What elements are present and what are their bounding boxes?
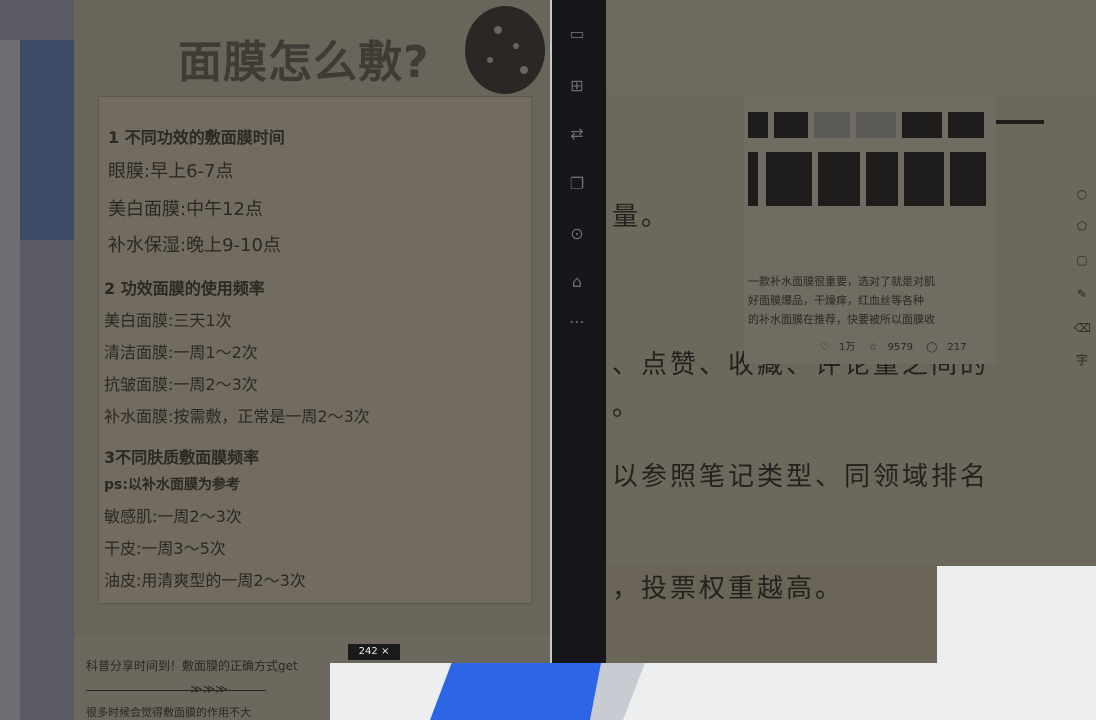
hydrating-mask-time: 补水保湿:晚上9-10点	[108, 235, 281, 256]
document-page-header	[606, 0, 1096, 90]
pen-tool-icon[interactable]: ✎	[1074, 286, 1090, 302]
translate-icon[interactable]: ⇄	[565, 122, 589, 146]
post-text-line: 好面膜爆品，干燥痒，红血丝等各种	[748, 294, 924, 307]
comment-icon[interactable]: ◯	[926, 342, 937, 353]
post-thumbnail	[866, 152, 898, 206]
caption-line-1: 科普分享时间到！敷面膜的正确方式get	[86, 659, 298, 673]
post-thumbnail	[856, 112, 896, 138]
post-stats: ♡ 1万 ☆ 9579 ◯ 217	[820, 338, 1000, 353]
blue-graphic	[430, 663, 610, 720]
post-thumbnail	[748, 112, 768, 138]
caption-decoration: ≫≫≫	[190, 682, 228, 696]
post-thumbnail	[904, 152, 944, 206]
post-thumbnail	[818, 152, 860, 206]
section2-heading: 2 功效面膜的使用频率	[104, 279, 265, 298]
post-thumbnail	[766, 152, 812, 206]
background-left-edge	[0, 40, 20, 720]
whitening-mask-time: 美白面膜:中午12点	[108, 199, 263, 220]
freq-hydrating: 补水面膜:按需敷，正常是一周2～3次	[104, 407, 370, 426]
window-icon[interactable]: ▭	[565, 22, 589, 46]
pin-icon[interactable]: ⊙	[565, 222, 589, 246]
selection-dimension-badge: 242 × 131	[348, 644, 400, 673]
star-icon[interactable]: ☆	[869, 342, 878, 353]
shape-tool-icon[interactable]: ⬠	[1074, 218, 1090, 234]
circle-tool-icon[interactable]: ○	[1074, 186, 1090, 202]
poster-title: 面膜怎么敷?	[178, 37, 430, 88]
caption-divider	[86, 690, 266, 691]
like-count: 1万	[838, 342, 856, 353]
post-text-line: 一款补水面膜很重要，选对了就是对肌	[748, 275, 935, 288]
star-count: 9579	[887, 342, 913, 353]
doc-line-3: 。	[612, 392, 642, 422]
freq-whitening: 美白面膜:三天1次	[104, 311, 232, 330]
ocr-icon[interactable]: ⊞	[565, 74, 589, 98]
section1-heading: 1 不同功效的敷面膜时间	[108, 128, 285, 147]
post-thumbnail	[950, 152, 986, 206]
sensitive-skin-freq: 敏感肌:一周2～3次	[104, 507, 242, 526]
text-tool-icon[interactable]: 字	[1074, 352, 1090, 368]
ps-note: ps:以补水面膜为参考	[104, 477, 240, 493]
post-thumbnail	[774, 112, 808, 138]
comment-count: 217	[947, 342, 967, 353]
post-text: 一款补水面膜很重要，选对了就是对肌 好面膜爆品，干燥痒，红血丝等各种 的补水面膜…	[748, 272, 992, 329]
freq-antiwrinkle: 抗皱面膜:一周2～3次	[104, 375, 258, 394]
oily-skin-freq: 油皮:用清爽型的一周2～3次	[104, 571, 306, 590]
freq-cleansing: 清洁面膜:一周1～2次	[104, 343, 258, 362]
dry-skin-freq: 干皮:一周3～5次	[104, 539, 226, 558]
highlighter-tool-icon[interactable]: ⌫	[1074, 320, 1091, 336]
post-thumbnail	[814, 112, 850, 138]
rectangle-tool-icon[interactable]: ▢	[1074, 252, 1090, 268]
post-text-line: 的补水面膜在推荐，快要被所以面膜收	[748, 313, 935, 326]
heart-icon[interactable]: ♡	[820, 342, 829, 353]
post-thumbnail	[902, 112, 942, 138]
save-icon[interactable]: ⌂	[565, 270, 589, 294]
caption-line-2: 很多时候会觉得敷面膜的作用不大	[86, 706, 251, 719]
doc-line-5: ，投票权重越高。	[612, 574, 845, 604]
post-thumbnail	[948, 112, 984, 138]
post-thumbnail	[748, 152, 758, 206]
more-icon[interactable]: ⋯	[565, 310, 589, 334]
doc-line-1: 量。	[612, 202, 671, 232]
decorative-character-illustration	[465, 6, 545, 94]
section3-heading: 3不同肤质敷面膜频率	[104, 448, 260, 467]
post-thumbnail-rule	[996, 120, 1044, 124]
eye-mask-time: 眼膜:早上6-7点	[108, 161, 234, 182]
doc-line-4: 以参照笔记类型、同领域排名	[612, 462, 990, 492]
copy-icon[interactable]: ❐	[565, 172, 589, 196]
